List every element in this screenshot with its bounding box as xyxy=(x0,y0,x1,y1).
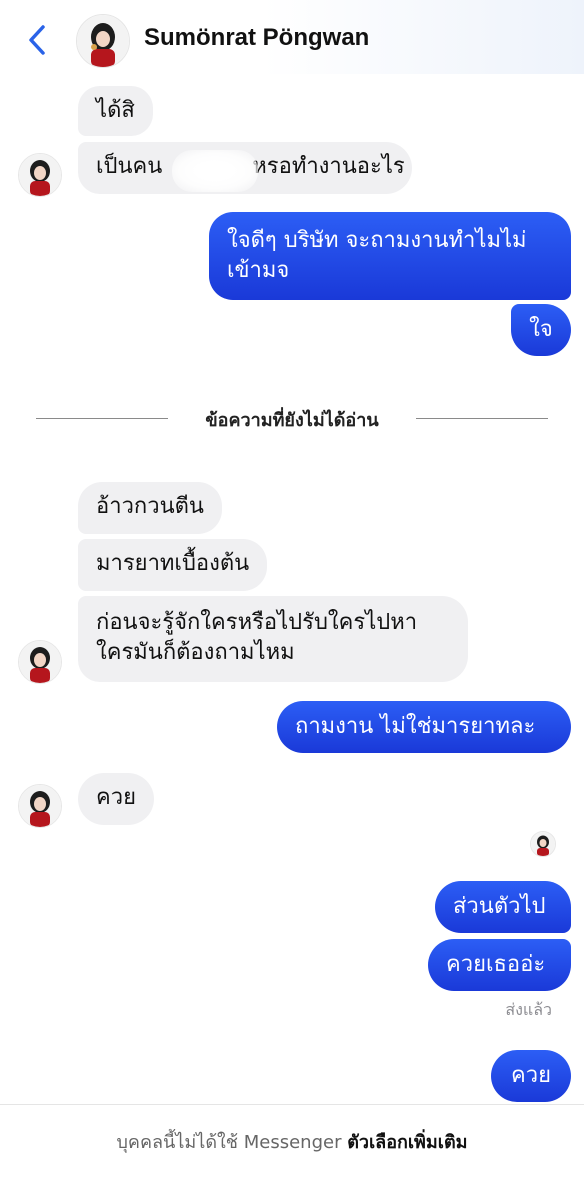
chevron-left-icon xyxy=(29,25,45,55)
message-bubble-outgoing[interactable]: ใจ xyxy=(511,304,571,356)
divider-line xyxy=(416,418,548,419)
avatar[interactable] xyxy=(18,153,62,197)
message-bubble-outgoing[interactable]: ส่วนตัวไป xyxy=(435,881,571,933)
message-text: ได้สิ xyxy=(96,98,135,123)
message-text: อ้าวกวนตีน xyxy=(96,494,204,519)
back-button[interactable] xyxy=(22,22,52,58)
message-text: มารยาทเบื้องต้น xyxy=(96,551,250,576)
message-bubble-incoming[interactable]: ได้สิ xyxy=(78,86,153,136)
message-text: ถามงาน ไม่ใช่มารยาทละ xyxy=(295,714,536,739)
message-text: ใจ xyxy=(529,317,553,342)
message-text: เป็นคน xyxy=(96,154,163,179)
more-options-link[interactable]: ตัวเลือกเพิ่มเติม xyxy=(347,1132,467,1153)
redaction-smudge xyxy=(172,150,258,192)
message-bubble-outgoing[interactable]: ใจดีๆ บริษัท จะถามงานทำไมไม่เข้ามจ xyxy=(209,212,571,300)
not-on-messenger-note: บุคคลนี้ไม่ได้ใช้ Messenger xyxy=(116,1132,342,1153)
message-bubble-incoming[interactable]: อ้าวกวนตีน xyxy=(78,482,222,534)
seen-avatar xyxy=(530,831,556,857)
avatar[interactable] xyxy=(18,640,62,684)
contact-avatar[interactable] xyxy=(76,14,130,68)
message-bubble-outgoing[interactable]: ควยเธออ่ะ xyxy=(428,939,571,991)
contact-name[interactable]: Sumönrat Pöngwan xyxy=(144,24,369,52)
message-text: ควยเธออ่ะ xyxy=(446,952,546,977)
message-status: ส่งแล้ว xyxy=(505,1000,552,1019)
message-bubble-incoming[interactable]: ควย xyxy=(78,773,154,825)
divider-line xyxy=(36,418,168,419)
message-text: ส่วนตัวไป xyxy=(453,894,546,919)
avatar[interactable] xyxy=(18,784,62,828)
message-bubble-incoming[interactable]: ก่อนจะรู้จักใครหรือไปรับใครไปหาใครมันก็ต… xyxy=(78,596,468,682)
message-text: ควย xyxy=(511,1063,551,1088)
message-bubble-outgoing[interactable]: ควย xyxy=(491,1050,571,1102)
message-text: ควย xyxy=(96,785,136,810)
message-text: หรอทำงานอะไร xyxy=(252,154,405,179)
unread-divider-label: ข้อความที่ยังไม่ได้อ่าน xyxy=(205,410,379,431)
message-bubble-outgoing[interactable]: ถามงาน ไม่ใช่มารยาทละ xyxy=(277,701,571,753)
message-bubble-incoming[interactable]: มารยาทเบื้องต้น xyxy=(78,539,268,591)
composer-footer: บุคคลนี้ไม่ได้ใช้ Messenger ตัวเลือกเพิ่… xyxy=(0,1104,584,1201)
message-text: ใจดีๆ บริษัท จะถามงานทำไมไม่เข้ามจ xyxy=(227,228,527,283)
message-text: ก่อนจะรู้จักใครหรือไปรับใครไปหาใครมันก็ต… xyxy=(96,610,418,665)
chat-header: Sumönrat Pöngwan xyxy=(0,0,584,74)
